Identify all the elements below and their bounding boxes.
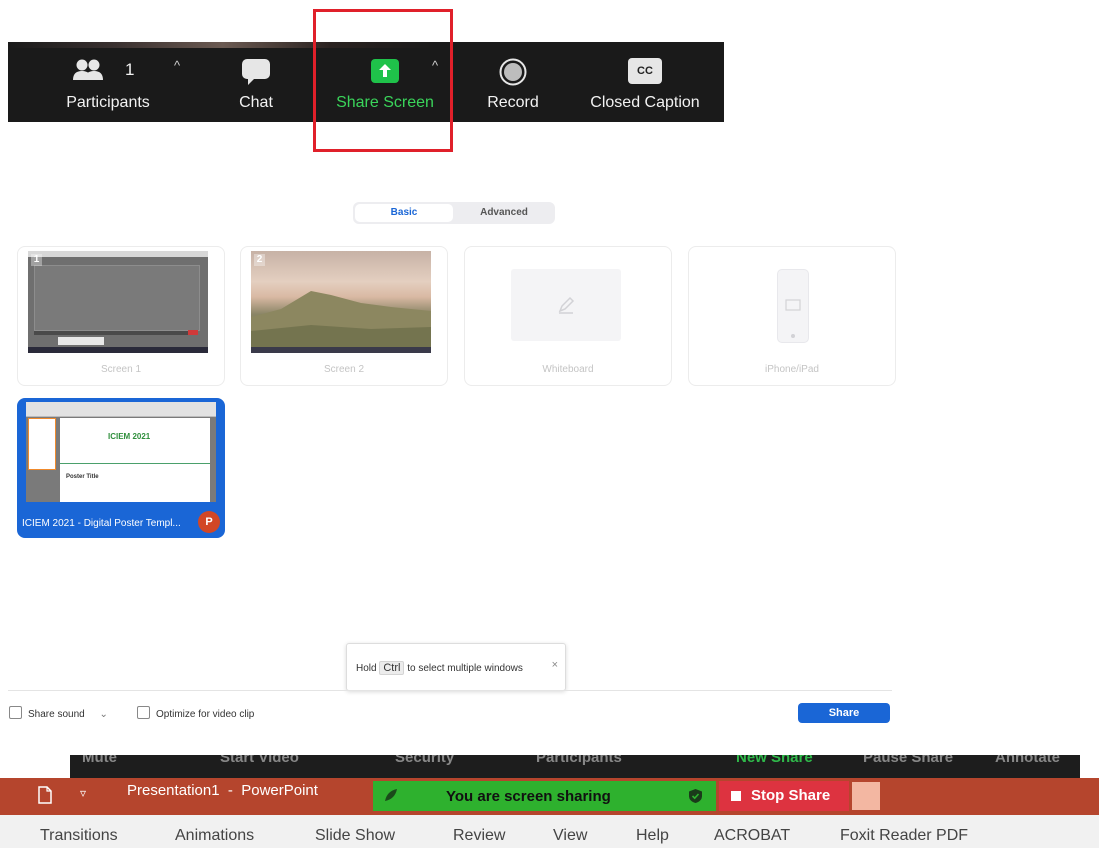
chat-icon xyxy=(241,58,271,91)
powerpoint-window-label: ICIEM 2021 - Digital Poster Templ... xyxy=(22,518,181,529)
share-sound-label: Share sound xyxy=(28,709,85,720)
whiteboard-thumbnail xyxy=(511,269,621,341)
multi-select-tooltip: Hold Ctrl to select multiple windows × xyxy=(346,643,566,691)
share-option-screen-1[interactable]: 1 Screen 1 xyxy=(17,246,225,386)
closed-caption-label: Closed Caption xyxy=(590,94,700,111)
ctrl-key: Ctrl xyxy=(379,661,405,675)
chat-label: Chat xyxy=(239,94,273,111)
iphone-icon xyxy=(777,269,809,343)
optimize-video-checkbox[interactable] xyxy=(137,706,150,719)
powerpoint-app-icon: P xyxy=(198,511,220,533)
thumbnail-poster-title: Poster Title xyxy=(66,474,99,480)
share-option-powerpoint-window[interactable]: ICIEM 2021 Poster Title ICIEM 2021 - Dig… xyxy=(17,398,225,538)
close-icon[interactable]: × xyxy=(552,659,558,671)
participants-count: 1 xyxy=(125,60,135,79)
floating-meeting-controls: Mute Start Video Security Participants N… xyxy=(70,755,1080,779)
pause-share-button[interactable]: Pause Share xyxy=(863,755,953,766)
quick-access-dropdown-icon[interactable]: ▿ xyxy=(80,786,86,800)
powerpoint-window-title: Presentation1 - PowerPoint xyxy=(127,782,318,799)
new-share-button[interactable]: New Share xyxy=(736,755,813,766)
share-screen-highlight xyxy=(313,9,453,152)
screen-1-label: Screen 1 xyxy=(100,364,142,375)
tooltip-prefix: Hold xyxy=(356,663,377,674)
tab-review[interactable]: Review xyxy=(453,827,505,845)
closed-caption-button[interactable]: CC Closed Caption xyxy=(580,52,710,118)
participants-label: Participants xyxy=(66,94,150,111)
stop-share-label: Stop Share xyxy=(751,787,831,804)
record-button[interactable]: Record xyxy=(478,52,548,118)
share-option-whiteboard[interactable]: Whiteboard xyxy=(464,246,672,386)
new-file-icon[interactable] xyxy=(38,786,52,808)
screen-1-number: 1 xyxy=(31,254,42,266)
optimize-video-option[interactable]: Optimize for video clip xyxy=(137,706,254,720)
screen-2-number: 2 xyxy=(254,254,265,266)
share-option-iphone-ipad[interactable]: iPhone/iPad xyxy=(688,246,896,386)
screen-sharing-text: You are screen sharing xyxy=(446,788,611,805)
screen-2-thumbnail: 2 xyxy=(251,251,431,353)
participants-caret-icon[interactable]: ^ xyxy=(174,58,180,73)
chat-button[interactable]: Chat xyxy=(226,52,286,118)
tab-basic[interactable]: Basic xyxy=(355,204,453,222)
powerpoint-ribbon-tabs: Transitions Animations Slide Show Review… xyxy=(0,815,1099,848)
stop-icon xyxy=(731,791,741,801)
tab-slide-show[interactable]: Slide Show xyxy=(315,827,395,845)
thumbnail-logo: ICIEM 2021 xyxy=(108,432,151,441)
tab-acrobat[interactable]: ACROBAT xyxy=(714,827,790,845)
record-icon xyxy=(499,58,527,91)
pencil-icon xyxy=(556,295,576,320)
overlay-swatch xyxy=(852,782,880,810)
tooltip-suffix: to select multiple windows xyxy=(407,663,523,674)
leaf-icon xyxy=(383,787,399,807)
share-button[interactable]: Share xyxy=(798,703,890,723)
whiteboard-label: Whiteboard xyxy=(542,364,594,375)
record-label: Record xyxy=(487,94,539,111)
mute-button[interactable]: Mute xyxy=(82,755,117,766)
share-sound-option[interactable]: Share sound ⌄ xyxy=(9,706,108,720)
chevron-down-icon[interactable]: ⌄ xyxy=(100,709,108,720)
closed-caption-icon: CC xyxy=(628,58,662,84)
optimize-video-label: Optimize for video clip xyxy=(156,709,255,720)
tab-transitions[interactable]: Transitions xyxy=(40,827,118,845)
dialog-divider xyxy=(8,690,892,691)
screen-2-label: Screen 2 xyxy=(323,364,365,375)
tab-view[interactable]: View xyxy=(553,827,587,845)
shield-check-icon xyxy=(688,788,703,808)
screen-1-thumbnail: 1 xyxy=(28,251,208,353)
iphone-ipad-label: iPhone/iPad xyxy=(765,364,819,375)
powerpoint-window-thumbnail: ICIEM 2021 Poster Title xyxy=(26,402,216,502)
tab-animations[interactable]: Animations xyxy=(175,827,254,845)
start-video-button[interactable]: Start Video xyxy=(220,755,299,766)
tab-help[interactable]: Help xyxy=(636,827,669,845)
stop-share-button[interactable]: Stop Share xyxy=(719,781,849,811)
share-mode-tabs: Basic Advanced xyxy=(353,202,555,224)
tab-foxit-reader-pdf[interactable]: Foxit Reader PDF xyxy=(840,827,968,845)
screen-sharing-indicator[interactable]: You are screen sharing xyxy=(373,781,716,811)
participants-button[interactable]: 1 Participants xyxy=(50,52,166,118)
share-sound-checkbox[interactable] xyxy=(9,706,22,719)
annotate-button[interactable]: Annotate xyxy=(995,755,1060,766)
tab-advanced[interactable]: Advanced xyxy=(455,204,553,222)
participants-button[interactable]: Participants xyxy=(536,755,622,766)
share-option-screen-2[interactable]: 2 Screen 2 xyxy=(240,246,448,386)
participants-icon xyxy=(72,58,108,89)
security-button[interactable]: Security xyxy=(395,755,454,766)
